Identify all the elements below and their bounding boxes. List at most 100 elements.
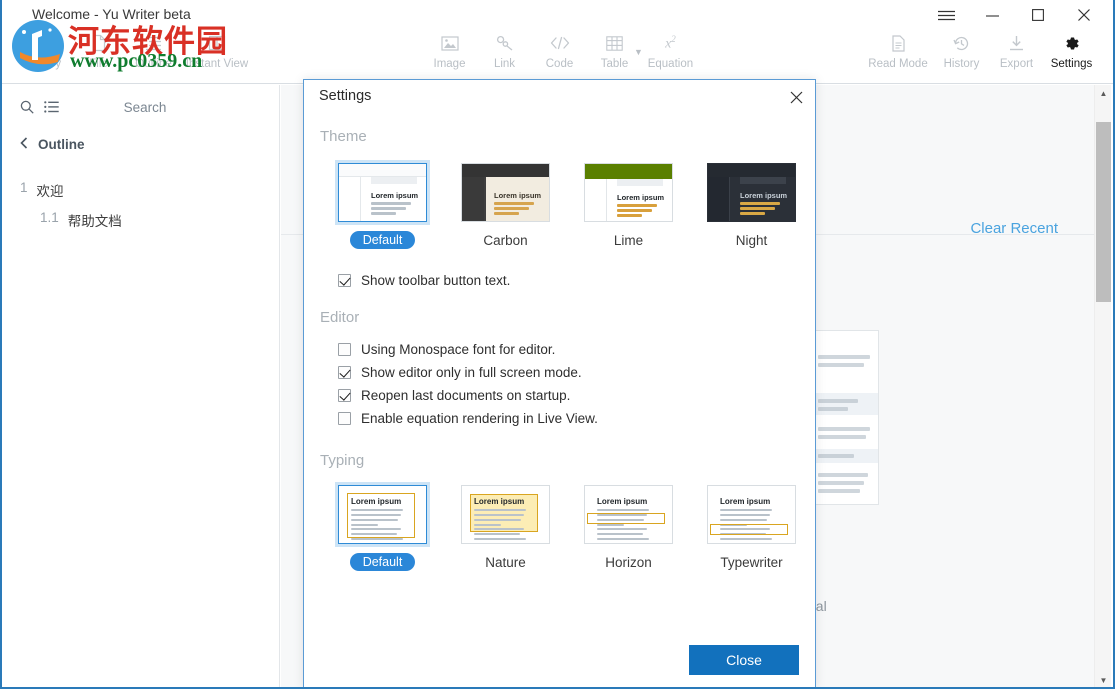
checkbox-row-monospace-font[interactable]: Using Monospace font for editor. [338, 338, 799, 361]
toolbar-button-link[interactable]: Link [477, 28, 532, 70]
outline-item-number: 1 [20, 180, 28, 200]
toolbar-button-code[interactable]: Code [532, 28, 587, 70]
toolbar-label: History [944, 58, 980, 70]
preview-heading: Lorem ipsum [597, 497, 647, 506]
file-icon [91, 32, 107, 54]
toolbar-button-library[interactable]: Library [16, 28, 71, 70]
table-icon [606, 32, 623, 54]
theme-option-lime[interactable]: Lorem ipsum Lime [584, 163, 673, 249]
typing-thumbnail[interactable]: Lorem ipsum [461, 485, 550, 544]
typing-option-default[interactable]: Lorem ipsum [338, 485, 427, 571]
checkbox[interactable] [338, 412, 351, 425]
theme-name: Lime [614, 233, 643, 248]
instant-view-icon [208, 32, 226, 54]
read-mode-icon [891, 32, 906, 54]
checkbox-label: Reopen last documents on startup. [361, 388, 570, 403]
list-view-icon[interactable] [44, 101, 59, 113]
chevron-left-icon[interactable] [20, 137, 28, 152]
toolbar-label: Image [434, 58, 466, 70]
image-icon [441, 32, 459, 54]
theme-option-night[interactable]: Lorem ipsum Night [707, 163, 796, 249]
preview-heading: Lorem ipsum [617, 193, 664, 202]
theme-thumbnail[interactable]: Lorem ipsum [707, 163, 796, 222]
toolbar-button-history[interactable]: History [934, 28, 989, 70]
toolbar-label: Read Mode [868, 58, 927, 70]
toolbar-button-export[interactable]: Export [989, 28, 1044, 70]
minimize-icon[interactable] [969, 0, 1015, 30]
scrollbar-thumb[interactable] [1096, 122, 1111, 302]
checkbox-row-equation-rendering[interactable]: Enable equation rendering in Live View. [338, 407, 799, 430]
toolbar-button-read-mode[interactable]: Read Mode [862, 28, 934, 70]
typing-option-nature[interactable]: Lorem ipsum [461, 485, 550, 571]
scroll-down-icon[interactable]: ▼ [1095, 672, 1112, 689]
export-icon [1008, 32, 1025, 54]
search-input[interactable]: Search [69, 100, 221, 115]
theme-name: Night [736, 233, 768, 248]
typing-option-typewriter[interactable]: Lorem ipsum [707, 485, 796, 571]
typing-thumbnail[interactable]: Lorem ipsum [584, 485, 673, 544]
checkbox[interactable] [338, 343, 351, 356]
document-preview-card[interactable] [811, 330, 879, 505]
section-title-editor: Editor [320, 309, 799, 326]
typing-option-horizon[interactable]: Lorem ipsum [584, 485, 673, 571]
theme-option-carbon[interactable]: Lorem ipsum Carbon [461, 163, 550, 249]
checkbox-row-full-screen-editor[interactable]: Show editor only in full screen mode. [338, 361, 799, 384]
dialog-footer: Close [304, 632, 815, 688]
checkbox-row-reopen-documents[interactable]: Reopen last documents on startup. [338, 384, 799, 407]
toolbar-button-instant-view[interactable]: Instant View [181, 28, 253, 70]
theme-thumbnail[interactable]: Lorem ipsum [461, 163, 550, 222]
outline-header[interactable]: Outline [2, 129, 279, 159]
toolbar-left: Library File Outline Instant View [16, 28, 253, 70]
toolbar-button-file[interactable]: File [71, 28, 126, 70]
close-button[interactable]: Close [689, 645, 799, 675]
toolbar-button-settings[interactable]: Settings [1044, 28, 1099, 70]
typing-name: Horizon [605, 555, 652, 570]
maximize-icon[interactable] [1015, 0, 1061, 30]
focus-box [710, 524, 788, 535]
theme-option-default[interactable]: Lorem ipsum Default [338, 163, 427, 249]
close-icon[interactable] [1061, 0, 1107, 30]
checkbox[interactable] [338, 366, 351, 379]
settings-dialog: Settings Theme Lorem ipsum [303, 79, 816, 689]
vertical-scrollbar[interactable]: ▲ ▼ [1094, 85, 1111, 689]
checkbox[interactable] [338, 389, 351, 402]
toolbar-label: Export [1000, 58, 1033, 70]
dialog-title: Settings [319, 88, 371, 104]
checkbox-label: Show editor only in full screen mode. [361, 365, 582, 380]
dialog-body: Theme Lorem ipsum Default [304, 114, 815, 632]
link-icon [496, 32, 514, 54]
checkbox-label: Enable equation rendering in Live View. [361, 411, 598, 426]
menu-icon[interactable] [923, 0, 969, 30]
preview-heading: Lorem ipsum [494, 191, 541, 200]
toolbar-button-outline[interactable]: Outline [126, 28, 181, 70]
scroll-up-icon[interactable]: ▲ [1095, 85, 1112, 102]
checkbox-row-show-toolbar-text[interactable]: Show toolbar button text. [338, 269, 799, 292]
typing-name: Default [350, 553, 416, 571]
window-controls [923, 0, 1107, 30]
outline-item[interactable]: 1 欢迎 [2, 175, 279, 205]
theme-thumbnail[interactable]: Lorem ipsum [338, 163, 427, 222]
focus-box [347, 493, 415, 538]
outline-icon [145, 32, 163, 54]
typing-thumbnail[interactable]: Lorem ipsum [338, 485, 427, 544]
title-bar: Welcome - Yu Writer beta Library [2, 0, 1113, 84]
theme-thumbnail[interactable]: Lorem ipsum [584, 163, 673, 222]
typing-thumbnail[interactable]: Lorem ipsum [707, 485, 796, 544]
sidebar-search-row[interactable]: Search [2, 85, 279, 129]
chevron-down-icon[interactable]: ▼ [634, 47, 643, 57]
gear-icon [1063, 32, 1080, 54]
outline-item-label: 欢迎 [37, 180, 64, 200]
outline-item[interactable]: 1.1 帮助文档 [2, 205, 279, 235]
dialog-close-icon[interactable] [785, 86, 807, 108]
preview-heading: Lorem ipsum [720, 497, 770, 506]
toolbar-button-image[interactable]: Image [422, 28, 477, 70]
search-icon[interactable] [20, 100, 34, 114]
preview-heading: Lorem ipsum [371, 191, 418, 200]
outline-list: 1 欢迎 1.1 帮助文档 [2, 175, 279, 235]
section-title-typing: Typing [320, 452, 799, 469]
code-icon [550, 32, 570, 54]
toolbar-button-equation[interactable]: x2 Equation [643, 28, 698, 70]
clear-recent-link[interactable]: Clear Recent [970, 220, 1058, 237]
checkbox[interactable] [338, 274, 351, 287]
toolbar-label: Outline [135, 58, 171, 70]
